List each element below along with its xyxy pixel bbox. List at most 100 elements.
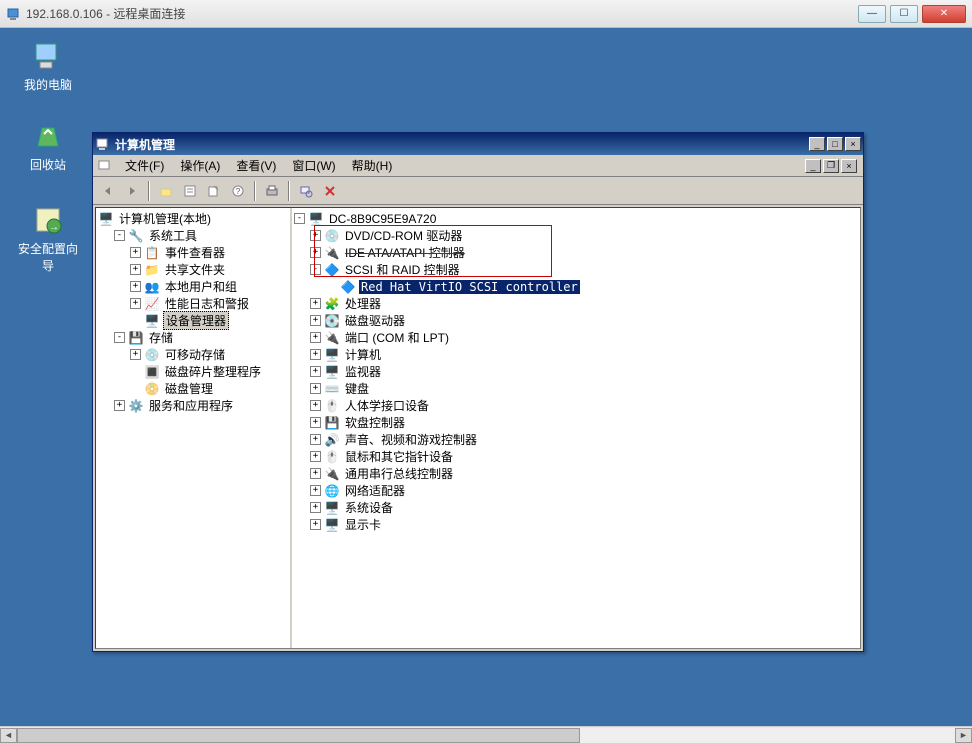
menu-help[interactable]: 帮助(H) — [344, 155, 401, 176]
svg-text:→: → — [49, 222, 59, 233]
tree-node-defrag[interactable]: 🔳磁盘碎片整理程序 — [130, 363, 288, 380]
mdi-close-button[interactable]: × — [841, 159, 857, 173]
scroll-track[interactable] — [17, 728, 955, 743]
menu-file[interactable]: 文件(F) — [117, 155, 172, 176]
toolbar-help-button[interactable]: ? — [227, 180, 249, 202]
expand-icon[interactable]: + — [130, 281, 141, 292]
expand-icon[interactable]: + — [310, 417, 321, 428]
menu-window[interactable]: 窗口(W) — [284, 155, 343, 176]
mdi-restore-button[interactable]: ❐ — [823, 159, 839, 173]
defrag-icon: 🔳 — [144, 364, 160, 380]
dvd-icon: 💿 — [324, 228, 340, 244]
scroll-left-button[interactable]: ◄ — [0, 728, 17, 743]
device-node-network[interactable]: +🌐网络适配器 — [310, 482, 858, 499]
inner-close-button[interactable]: × — [845, 137, 861, 151]
expand-icon[interactable]: + — [310, 366, 321, 377]
expand-icon[interactable]: + — [310, 519, 321, 530]
menu-action[interactable]: 操作(A) — [172, 155, 228, 176]
expand-icon[interactable]: + — [310, 332, 321, 343]
desktop-icon-my-computer[interactable]: 我的电脑 — [16, 40, 80, 93]
toolbar-properties-button[interactable] — [179, 180, 201, 202]
expand-icon[interactable]: + — [130, 247, 141, 258]
device-node-disk-drives[interactable]: +💽磁盘驱动器 — [310, 312, 858, 329]
device-node-system-dev[interactable]: +🖥️系统设备 — [310, 499, 858, 516]
expand-icon[interactable]: + — [130, 298, 141, 309]
device-node-display[interactable]: +🖥️显示卡 — [310, 516, 858, 533]
device-node-floppy[interactable]: +💾软盘控制器 — [310, 414, 858, 431]
scroll-right-button[interactable]: ► — [955, 728, 972, 743]
expand-icon[interactable]: + — [310, 383, 321, 394]
device-node-ports[interactable]: +🔌端口 (COM 和 LPT) — [310, 329, 858, 346]
remote-desktop-area[interactable]: 我的电脑 回收站 → 安全配置向导 计算机管理 _ □ — [0, 28, 972, 726]
menu-view[interactable]: 查看(V) — [228, 155, 284, 176]
expand-icon[interactable]: + — [310, 315, 321, 326]
expand-icon[interactable]: + — [114, 400, 125, 411]
outer-horizontal-scrollbar[interactable]: ◄ ► — [0, 726, 972, 743]
tree-node-disk-mgmt[interactable]: 📀磁盘管理 — [130, 380, 288, 397]
desktop-icon-security-wizard[interactable]: → 安全配置向导 — [16, 204, 80, 274]
device-manager-icon: 🖥️ — [144, 313, 160, 329]
expand-icon[interactable]: + — [130, 349, 141, 360]
desktop-icon-recycle-bin[interactable]: 回收站 — [16, 120, 80, 173]
device-node-computer[interactable]: +🖥️计算机 — [310, 346, 858, 363]
collapse-icon[interactable]: - — [114, 332, 125, 343]
floppy-icon: 💾 — [324, 415, 340, 431]
expand-icon[interactable]: + — [130, 264, 141, 275]
toolbar-forward-button[interactable] — [121, 180, 143, 202]
toolbar-uninstall-button[interactable] — [319, 180, 341, 202]
mdi-minimize-button[interactable]: _ — [805, 159, 821, 173]
tree-node-services-apps[interactable]: + ⚙️ 服务和应用程序 — [114, 397, 288, 414]
device-node-keyboard[interactable]: +⌨️键盘 — [310, 380, 858, 397]
expand-icon[interactable]: + — [310, 502, 321, 513]
inner-minimize-button[interactable]: _ — [809, 137, 825, 151]
close-button[interactable]: ✕ — [922, 5, 966, 23]
tree-node-removable[interactable]: +💿可移动存储 — [130, 346, 288, 363]
expand-icon[interactable]: + — [310, 434, 321, 445]
device-node-ide[interactable]: +🔌IDE ATA/ATAPI 控制器 — [310, 244, 858, 261]
inner-titlebar[interactable]: 计算机管理 _ □ × — [93, 133, 863, 155]
tree-node-perf-logs[interactable]: +📈性能日志和警报 — [130, 295, 288, 312]
expand-icon[interactable]: + — [310, 230, 321, 241]
collapse-icon[interactable]: - — [114, 230, 125, 241]
toolbar-scan-button[interactable] — [295, 180, 317, 202]
expand-icon[interactable]: + — [310, 468, 321, 479]
device-node-cpu[interactable]: +🧩处理器 — [310, 295, 858, 312]
expand-icon[interactable]: + — [310, 400, 321, 411]
tree-node-shared-folders[interactable]: +📁共享文件夹 — [130, 261, 288, 278]
expand-icon[interactable]: + — [310, 298, 321, 309]
sound-icon: 🔊 — [324, 432, 340, 448]
toolbar-back-button[interactable] — [97, 180, 119, 202]
tree-node-root[interactable]: 🖥️ 计算机管理(本地) — [98, 210, 288, 227]
expand-icon[interactable]: + — [310, 247, 321, 258]
inner-maximize-button[interactable]: □ — [827, 137, 843, 151]
tree-node-event-viewer[interactable]: +📋事件查看器 — [130, 244, 288, 261]
device-node-hid[interactable]: +🖱️人体学接口设备 — [310, 397, 858, 414]
left-tree-pane[interactable]: 🖥️ 计算机管理(本地) - 🔧 系统工具 — [96, 208, 292, 648]
tree-node-storage[interactable]: - 💾 存储 — [114, 329, 288, 346]
expand-icon[interactable]: + — [310, 485, 321, 496]
collapse-icon[interactable]: - — [294, 213, 305, 224]
toolbar-up-button[interactable] — [155, 180, 177, 202]
device-tree-pane[interactable]: - 🖥️ DC-8B9C95E9A720 +💿DVD/CD-ROM 驱动器 +🔌… — [292, 208, 860, 648]
tree-node-device-manager[interactable]: 🖥️设备管理器 — [130, 312, 288, 329]
device-node-usb[interactable]: +🔌通用串行总线控制器 — [310, 465, 858, 482]
device-node-sound[interactable]: +🔊声音、视频和游戏控制器 — [310, 431, 858, 448]
tree-node-system-tools[interactable]: - 🔧 系统工具 — [114, 227, 288, 244]
scroll-thumb[interactable] — [17, 728, 580, 743]
maximize-button[interactable]: ☐ — [890, 5, 918, 23]
expand-icon[interactable]: + — [310, 451, 321, 462]
minimize-button[interactable]: — — [858, 5, 886, 23]
toolbar-export-button[interactable] — [203, 180, 225, 202]
device-node-mouse[interactable]: +🖱️鼠标和其它指针设备 — [310, 448, 858, 465]
device-node-scsi-controller[interactable]: 🔷Red Hat VirtIO SCSI controller — [326, 278, 858, 295]
tree-node-local-users[interactable]: +👥本地用户和组 — [130, 278, 288, 295]
device-node-monitor[interactable]: +🖥️监视器 — [310, 363, 858, 380]
disk-icon: 💽 — [324, 313, 340, 329]
expand-icon[interactable]: + — [310, 349, 321, 360]
device-node-scsi[interactable]: -🔷SCSI 和 RAID 控制器 — [310, 261, 858, 278]
device-node-dvd[interactable]: +💿DVD/CD-ROM 驱动器 — [310, 227, 858, 244]
device-node-host[interactable]: - 🖥️ DC-8B9C95E9A720 — [294, 210, 858, 227]
toolbar-print-button[interactable] — [261, 180, 283, 202]
scsi-icon: 🔷 — [324, 262, 340, 278]
collapse-icon[interactable]: - — [310, 264, 321, 275]
